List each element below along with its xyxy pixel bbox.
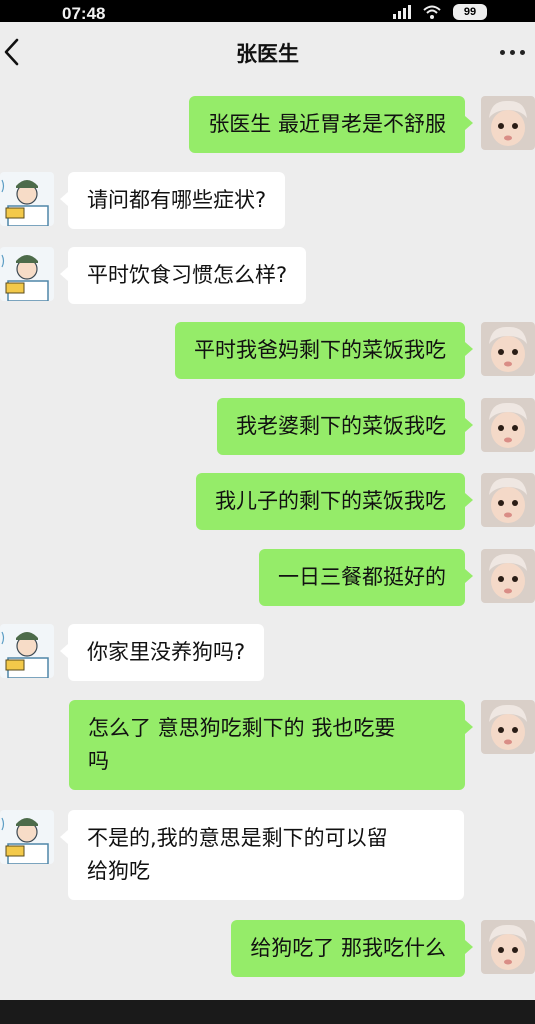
received-message-bubble[interactable]: 你家里没养狗吗? — [59, 624, 265, 681]
avatar-me[interactable] — [481, 398, 535, 452]
chat-screen: 07:48 99 张医生 张医生 最近胃老是不舒服 请问都有哪些症状? 平时饮食… — [0, 0, 535, 1000]
signal-icon — [393, 5, 411, 19]
avatar-me[interactable] — [481, 920, 535, 974]
sent-message-bubble[interactable]: 一日三餐都挺好的 — [259, 549, 473, 606]
more-dots-icon — [497, 42, 527, 62]
status-bar: 07:48 99 — [0, 0, 535, 23]
sent-message-bubble[interactable]: 我老婆剩下的菜饭我吃 — [217, 398, 473, 455]
sent-message-bubble[interactable]: 给狗吃了 那我吃什么 — [231, 920, 473, 977]
chat-title: 张医生 — [236, 42, 299, 66]
avatar-me[interactable] — [481, 549, 535, 603]
sent-message-bubble[interactable]: 我儿子的剩下的菜饭我吃 — [196, 473, 473, 530]
bottom-bar — [0, 1000, 535, 1024]
avatar-me[interactable] — [481, 473, 535, 527]
avatar-me[interactable] — [481, 96, 535, 150]
avatar-doctor[interactable] — [0, 624, 54, 678]
status-time: 07:48 — [62, 4, 106, 23]
wifi-icon — [423, 5, 441, 19]
battery-icon: 99 — [453, 4, 487, 20]
avatar-me[interactable] — [481, 700, 535, 754]
avatar-me[interactable] — [481, 322, 535, 376]
avatar-doctor[interactable] — [0, 247, 54, 301]
received-message-bubble[interactable]: 请问都有哪些症状? — [59, 172, 286, 229]
avatar-doctor[interactable] — [0, 172, 54, 226]
nav-bar: 张医生 — [0, 22, 535, 82]
received-message-bubble[interactable]: 平时饮食习惯怎么样? — [59, 247, 307, 304]
sent-message-bubble[interactable]: 平时我爸妈剩下的菜饭我吃 — [175, 322, 473, 379]
avatar-doctor[interactable] — [0, 810, 54, 864]
status-icons: 99 — [393, 4, 487, 20]
sent-message-bubble[interactable]: 怎么了 意思狗吃剩下的 我也吃要 吗 — [69, 700, 473, 790]
received-message-bubble[interactable]: 不是的,我的意思是剩下的可以留 给狗吃 — [60, 810, 464, 900]
sent-message-bubble[interactable]: 张医生 最近胃老是不舒服 — [189, 96, 473, 153]
more-button[interactable] — [497, 42, 527, 62]
